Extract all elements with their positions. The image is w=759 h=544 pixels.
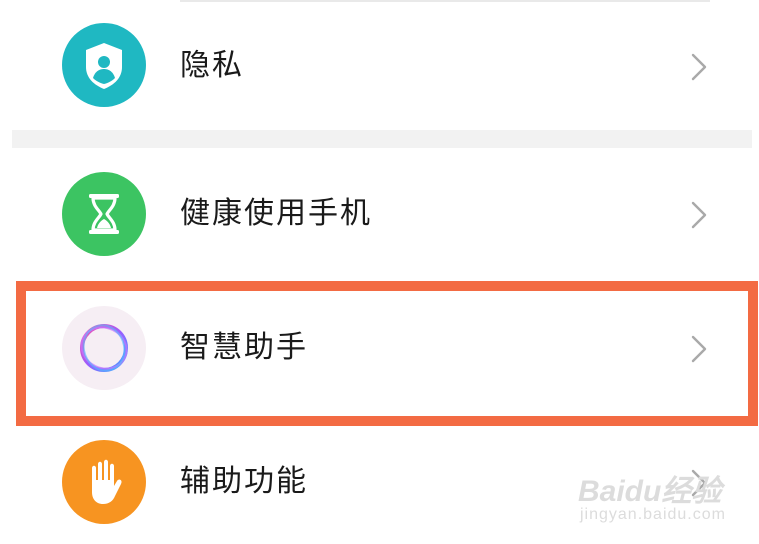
chevron-right-icon [686, 49, 710, 85]
settings-item-privacy[interactable]: 隐私 [0, 12, 759, 122]
shield-person-icon [62, 23, 146, 107]
baidu-watermark: Baidu经验 jingyan.baidu.com [578, 466, 728, 530]
chevron-right-icon [686, 331, 710, 367]
chevron-right-icon [686, 197, 710, 233]
settings-item-smart-assistant[interactable]: 智慧助手 [0, 292, 759, 404]
watermark-url: jingyan.baidu.com [580, 506, 726, 523]
watermark-logo-text: Baidu经验 [578, 475, 722, 508]
assistant-ring-icon [62, 306, 146, 390]
settings-item-label: 隐私 [180, 48, 244, 83]
settings-item-label: 健康使用手机 [180, 196, 372, 231]
settings-page: 隐私 健康使用手机 智慧助手 辅助功能 Baidu经验 jingyan.baid… [0, 0, 759, 544]
settings-item-digital-balance[interactable]: 健康使用手机 [0, 160, 759, 270]
hourglass-icon [62, 172, 146, 256]
hand-icon [62, 440, 146, 524]
section-separator [12, 130, 752, 148]
settings-item-label: 辅助功能 [180, 464, 308, 499]
settings-item-label: 智慧助手 [180, 330, 308, 365]
top-divider [180, 0, 710, 2]
